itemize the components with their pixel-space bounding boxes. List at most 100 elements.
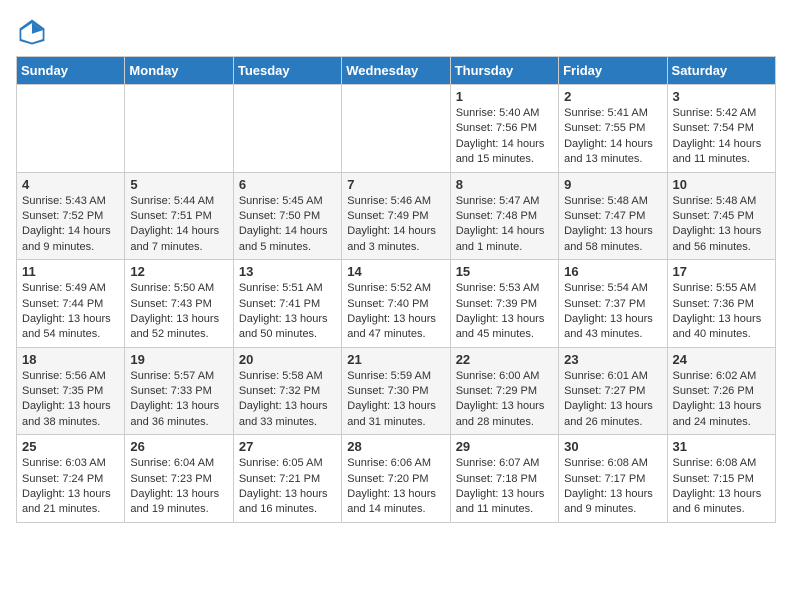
- day-info: Sunrise: 5:54 AM Sunset: 7:37 PM Dayligh…: [564, 281, 661, 343]
- calendar-cell: [17, 85, 125, 173]
- calendar-cell: 19 Sunrise: 5:57 AM Sunset: 7:33 PM Dayli…: [125, 347, 233, 435]
- day-info: Sunrise: 6:08 AM Sunset: 7:15 PM Dayligh…: [673, 456, 770, 518]
- calendar-cell: [233, 85, 341, 173]
- calendar-cell: 3Sunrise: 5:42 AM Sunset: 7:54 PM Daylig…: [667, 85, 775, 173]
- calendar-cell: 1 Sunrise: 5:40 AM Sunset: 7:56 PM Daylig…: [450, 85, 558, 173]
- calendar-week-row: 4 Sunrise: 5:43 AM Sunset: 7:52 PM Daylig…: [17, 172, 776, 260]
- calendar-cell: 29Sunrise: 6:07 AM Sunset: 7:18 PM Dayli…: [450, 435, 558, 523]
- day-number: 6: [239, 177, 336, 192]
- day-info: Sunrise: 5:50 AM Sunset: 7:43 PM Dayligh…: [130, 281, 227, 343]
- calendar-cell: 30 Sunrise: 6:08 AM Sunset: 7:17 PM Dayli…: [559, 435, 667, 523]
- day-number: 28: [347, 439, 444, 454]
- day-number: 22: [456, 352, 553, 367]
- calendar-cell: 18Sunrise: 5:56 AM Sunset: 7:35 PM Dayli…: [17, 347, 125, 435]
- calendar-cell: 9Sunrise: 5:48 AM Sunset: 7:47 PM Daylig…: [559, 172, 667, 260]
- calendar-cell: 6 Sunrise: 5:45 AM Sunset: 7:50 PM Daylig…: [233, 172, 341, 260]
- calendar-cell: 31 Sunrise: 6:08 AM Sunset: 7:15 PM Dayli…: [667, 435, 775, 523]
- day-header-tuesday: Tuesday: [233, 57, 341, 85]
- day-header-monday: Monday: [125, 57, 233, 85]
- day-info: Sunrise: 5:52 AM Sunset: 7:40 PM Dayligh…: [347, 281, 444, 343]
- day-number: 1: [456, 89, 553, 104]
- day-info: Sunrise: 6:01 AM Sunset: 7:27 PM Dayligh…: [564, 369, 661, 431]
- calendar-cell: 21 Sunrise: 5:59 AM Sunset: 7:30 PM Dayli…: [342, 347, 450, 435]
- calendar-cell: 12 Sunrise: 5:50 AM Sunset: 7:43 PM Dayli…: [125, 260, 233, 348]
- calendar-week-row: 1 Sunrise: 5:40 AM Sunset: 7:56 PM Daylig…: [17, 85, 776, 173]
- day-info: Sunrise: 5:49 AM Sunset: 7:44 PM Dayligh…: [22, 281, 119, 343]
- day-info: Sunrise: 5:45 AM Sunset: 7:50 PM Dayligh…: [239, 194, 336, 256]
- calendar-cell: 15 Sunrise: 5:53 AM Sunset: 7:39 PM Dayli…: [450, 260, 558, 348]
- day-info: Sunrise: 5:53 AM Sunset: 7:39 PM Dayligh…: [456, 281, 553, 343]
- day-number: 20: [239, 352, 336, 367]
- calendar-table: SundayMondayTuesdayWednesdayThursdayFrid…: [16, 56, 776, 523]
- calendar-cell: 14 Sunrise: 5:52 AM Sunset: 7:40 PM Dayli…: [342, 260, 450, 348]
- calendar-cell: 11 Sunrise: 5:49 AM Sunset: 7:44 PM Dayli…: [17, 260, 125, 348]
- day-header-sunday: Sunday: [17, 57, 125, 85]
- logo: [16, 16, 52, 48]
- calendar-cell: 25 Sunrise: 6:03 AM Sunset: 7:24 PM Dayli…: [17, 435, 125, 523]
- day-info: Sunrise: 5:58 AM Sunset: 7:32 PM Dayligh…: [239, 369, 336, 431]
- calendar-cell: [342, 85, 450, 173]
- day-info: Sunrise: 5:59 AM Sunset: 7:30 PM Dayligh…: [347, 369, 444, 431]
- day-number: 4: [22, 177, 119, 192]
- day-number: 19: [130, 352, 227, 367]
- header: [16, 16, 776, 48]
- day-number: 5: [130, 177, 227, 192]
- day-header-thursday: Thursday: [450, 57, 558, 85]
- day-number: 3: [673, 89, 770, 104]
- day-header-wednesday: Wednesday: [342, 57, 450, 85]
- calendar-cell: 2 Sunrise: 5:41 AM Sunset: 7:55 PM Daylig…: [559, 85, 667, 173]
- day-number: 14: [347, 264, 444, 279]
- day-number: 2: [564, 89, 661, 104]
- day-number: 31: [673, 439, 770, 454]
- calendar-cell: 28 Sunrise: 6:06 AM Sunset: 7:20 PM Dayli…: [342, 435, 450, 523]
- day-number: 18: [22, 352, 119, 367]
- day-number: 27: [239, 439, 336, 454]
- day-info: Sunrise: 5:55 AM Sunset: 7:36 PM Dayligh…: [673, 281, 770, 343]
- day-number: 30: [564, 439, 661, 454]
- calendar-cell: 22 Sunrise: 6:00 AM Sunset: 7:29 PM Dayli…: [450, 347, 558, 435]
- calendar-week-row: 11 Sunrise: 5:49 AM Sunset: 7:44 PM Dayli…: [17, 260, 776, 348]
- day-info: Sunrise: 5:47 AM Sunset: 7:48 PM Dayligh…: [456, 194, 553, 256]
- day-info: Sunrise: 5:48 AM Sunset: 7:45 PM Dayligh…: [673, 194, 770, 256]
- day-number: 7: [347, 177, 444, 192]
- day-header-saturday: Saturday: [667, 57, 775, 85]
- day-info: Sunrise: 6:00 AM Sunset: 7:29 PM Dayligh…: [456, 369, 553, 431]
- day-info: Sunrise: 6:03 AM Sunset: 7:24 PM Dayligh…: [22, 456, 119, 518]
- calendar-cell: 17 Sunrise: 5:55 AM Sunset: 7:36 PM Dayli…: [667, 260, 775, 348]
- calendar-cell: 23Sunrise: 6:01 AM Sunset: 7:27 PM Dayli…: [559, 347, 667, 435]
- day-number: 26: [130, 439, 227, 454]
- day-number: 15: [456, 264, 553, 279]
- day-info: Sunrise: 5:41 AM Sunset: 7:55 PM Dayligh…: [564, 106, 661, 168]
- day-info: Sunrise: 6:08 AM Sunset: 7:17 PM Dayligh…: [564, 456, 661, 518]
- calendar-cell: 16 Sunrise: 5:54 AM Sunset: 7:37 PM Dayli…: [559, 260, 667, 348]
- day-number: 11: [22, 264, 119, 279]
- calendar-week-row: 18Sunrise: 5:56 AM Sunset: 7:35 PM Dayli…: [17, 347, 776, 435]
- day-number: 9: [564, 177, 661, 192]
- calendar-cell: 5Sunrise: 5:44 AM Sunset: 7:51 PM Daylig…: [125, 172, 233, 260]
- day-number: 24: [673, 352, 770, 367]
- calendar-cell: 20 Sunrise: 5:58 AM Sunset: 7:32 PM Dayli…: [233, 347, 341, 435]
- day-number: 13: [239, 264, 336, 279]
- calendar-cell: 7Sunrise: 5:46 AM Sunset: 7:49 PM Daylig…: [342, 172, 450, 260]
- day-number: 17: [673, 264, 770, 279]
- calendar-week-row: 25 Sunrise: 6:03 AM Sunset: 7:24 PM Dayli…: [17, 435, 776, 523]
- calendar-cell: 4 Sunrise: 5:43 AM Sunset: 7:52 PM Daylig…: [17, 172, 125, 260]
- calendar-cell: 27Sunrise: 6:05 AM Sunset: 7:21 PM Dayli…: [233, 435, 341, 523]
- day-number: 21: [347, 352, 444, 367]
- day-info: Sunrise: 6:06 AM Sunset: 7:20 PM Dayligh…: [347, 456, 444, 518]
- day-number: 12: [130, 264, 227, 279]
- day-info: Sunrise: 5:51 AM Sunset: 7:41 PM Dayligh…: [239, 281, 336, 343]
- day-number: 10: [673, 177, 770, 192]
- day-number: 16: [564, 264, 661, 279]
- day-info: Sunrise: 5:57 AM Sunset: 7:33 PM Dayligh…: [130, 369, 227, 431]
- day-number: 25: [22, 439, 119, 454]
- logo-icon: [16, 16, 48, 48]
- calendar-cell: 13 Sunrise: 5:51 AM Sunset: 7:41 PM Dayli…: [233, 260, 341, 348]
- calendar-cell: 24 Sunrise: 6:02 AM Sunset: 7:26 PM Dayli…: [667, 347, 775, 435]
- day-header-friday: Friday: [559, 57, 667, 85]
- day-info: Sunrise: 6:02 AM Sunset: 7:26 PM Dayligh…: [673, 369, 770, 431]
- day-info: Sunrise: 5:40 AM Sunset: 7:56 PM Dayligh…: [456, 106, 553, 168]
- day-info: Sunrise: 5:43 AM Sunset: 7:52 PM Dayligh…: [22, 194, 119, 256]
- day-info: Sunrise: 6:04 AM Sunset: 7:23 PM Dayligh…: [130, 456, 227, 518]
- calendar-cell: [125, 85, 233, 173]
